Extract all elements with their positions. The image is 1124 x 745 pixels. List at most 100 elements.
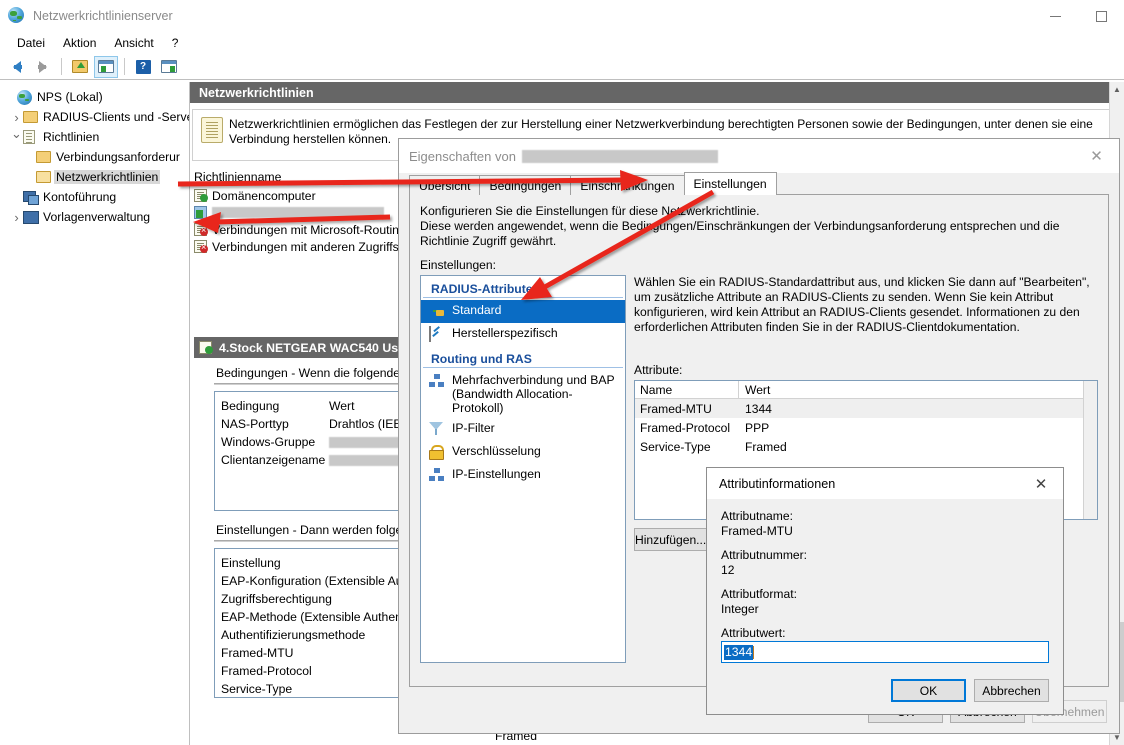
field-label: Attributformat: (721, 587, 1049, 602)
minimize-button[interactable] (1032, 0, 1078, 32)
setting-name: Zugriffsberechtigung (221, 592, 332, 606)
sidebar-item-kontofuehrung[interactable]: Kontoführung (0, 187, 189, 207)
dialog-title: Eigenschaften von (409, 149, 718, 164)
help-icon: ? (136, 60, 151, 74)
dialog-title-prefix: Eigenschaften von (409, 149, 516, 164)
scroll-up-icon[interactable]: ▲ (1110, 82, 1124, 97)
field-value: Integer (721, 602, 1049, 617)
chevron-right-icon[interactable] (10, 210, 23, 225)
sidebar-item-netzwerkrichtlinien[interactable]: Netzwerkrichtlinien (0, 167, 189, 187)
column-header-wert[interactable]: Wert (739, 381, 1097, 398)
action-pane-icon (161, 60, 177, 73)
table-row[interactable]: Service-Type Framed (635, 437, 1097, 456)
sidebar-item-vorlagenverwaltung[interactable]: Vorlagenverwaltung (0, 207, 189, 227)
arrow-left-icon (13, 61, 21, 73)
redacted-policy-name (212, 207, 384, 218)
document-icon (23, 130, 41, 144)
tab-bedingungen[interactable]: Bedingungen (479, 175, 571, 195)
tree-label: NPS (Lokal) (35, 90, 105, 104)
settings-item-mehrfachverbindung[interactable]: Mehrfachverbindung und BAP (Bandwidth Al… (421, 370, 625, 418)
show-hide-tree-button[interactable] (94, 56, 118, 78)
toolbar-separator (61, 58, 62, 75)
settings-item-herstellerspezifisch[interactable]: Herstellerspezifisch (421, 323, 625, 346)
menu-datei[interactable]: Datei (8, 34, 54, 52)
column-header-name[interactable]: Name (635, 381, 739, 398)
column-header-bedingung: Bedingung (221, 399, 329, 413)
attribute-value-label: Attributwert: (721, 626, 1049, 641)
chevron-down-icon[interactable] (10, 129, 23, 145)
panel-description-line1: Konfigurieren Sie die Einstellungen für … (420, 204, 1098, 219)
back-button[interactable] (5, 56, 29, 78)
group-radius-attribute: RADIUS-Attribute (423, 280, 623, 298)
close-icon[interactable]: ✕ (1019, 468, 1063, 499)
add-attribute-button[interactable]: Hinzufügen... (634, 528, 707, 551)
setting-name: EAP-Methode (Extensible Authentical (221, 610, 424, 624)
policy-allow-icon (199, 341, 214, 355)
settings-item-label: IP-Filter (452, 421, 495, 435)
chevron-right-icon[interactable] (10, 110, 23, 125)
window-title: Netzwerkrichtlinienserver (33, 9, 173, 23)
mmc-main-window: Netzwerkrichtlinienserver Datei Aktion A… (0, 0, 1124, 745)
sidebar-item-nps-lokal[interactable]: NPS (Lokal) (0, 87, 189, 107)
close-icon[interactable]: ✕ (1074, 139, 1119, 173)
arrow-right-icon (39, 61, 47, 73)
menu-ansicht[interactable]: Ansicht (105, 34, 162, 52)
settings-item-verschluesselung[interactable]: Verschlüsselung (421, 441, 625, 464)
up-folder-button[interactable] (68, 56, 92, 78)
attribute-value: Framed (739, 440, 1097, 454)
attributes-scrollbar[interactable] (1083, 381, 1097, 519)
title-bar: Netzwerkrichtlinienserver (0, 0, 1124, 32)
attribute-name: Framed-MTU (635, 402, 739, 416)
attribute-cancel-button[interactable]: Abbrechen (974, 679, 1049, 702)
minimize-icon (1050, 16, 1061, 17)
attribute-ok-button[interactable]: OK (891, 679, 966, 702)
table-row[interactable]: Framed-MTU 1344 (635, 399, 1097, 418)
settings-item-label: Verschlüsselung (452, 444, 541, 458)
redacted-policy-title (522, 150, 718, 163)
setting-name: Framed-Protocol (221, 664, 312, 678)
tab-uebersicht[interactable]: Übersicht (409, 175, 480, 195)
condition-name: NAS-Porttyp (221, 417, 329, 431)
help-button[interactable]: ? (131, 56, 155, 78)
menu-aktion[interactable]: Aktion (54, 34, 105, 52)
sidebar-item-radius-clients[interactable]: RADIUS-Clients und -Serve (0, 107, 189, 127)
policy-label: Domänencomputer (212, 189, 316, 203)
toolbar: ? (0, 54, 1124, 80)
settings-item-label: Herstellerspezifisch (452, 326, 558, 340)
show-action-pane-button[interactable] (157, 56, 181, 78)
field-label: Attributname: (721, 509, 1049, 524)
menu-bar: Datei Aktion Ansicht ? (0, 32, 1124, 54)
attribute-value-input[interactable]: 1344 (721, 641, 1049, 663)
settings-item-ip-filter[interactable]: IP-Filter (421, 418, 625, 441)
policy-label: Verbindungen mit Microsoft-Routing- u (212, 223, 420, 237)
attribute-dialog-title-bar: Attributinformationen ✕ (707, 468, 1063, 499)
folder-icon (36, 151, 54, 163)
settings-item-ip-einstellungen[interactable]: IP-Einstellungen (421, 464, 625, 487)
field-value: Framed-MTU (721, 524, 1049, 539)
attribute-name: Framed-Protocol (635, 421, 739, 435)
tree-label: Vorlagenverwaltung (41, 210, 152, 224)
attribute-dialog-body: Attributname: Framed-MTU Attributnummer:… (707, 499, 1063, 663)
field-attributformat: Attributformat: Integer (721, 587, 1049, 617)
tab-strip: Übersicht Bedingungen Einschränkungen Ei… (399, 173, 1119, 195)
tab-einstellungen[interactable]: Einstellungen (684, 172, 777, 195)
settings-item-standard[interactable]: Standard (421, 300, 625, 323)
table-row[interactable]: Framed-Protocol PPP (635, 418, 1097, 437)
settings-item-label: IP-Einstellungen (452, 467, 541, 481)
tab-einschraenkungen[interactable]: Einschränkungen (570, 175, 684, 195)
text-caret (753, 646, 754, 659)
tree-label: Netzwerkrichtlinien (54, 170, 160, 184)
folder-open-icon (36, 171, 54, 183)
maximize-icon (1096, 11, 1107, 22)
sidebar-item-richtlinien[interactable]: Richtlinien (0, 127, 189, 147)
menu-help[interactable]: ? (163, 34, 188, 52)
policy-label: Verbindungen mit anderen Zugriffsser (212, 240, 416, 254)
ip-settings-icon (429, 468, 446, 484)
toolbar-separator-2 (124, 58, 125, 75)
policy-allow-icon (194, 189, 210, 203)
ip-filter-icon (429, 422, 446, 438)
sidebar-item-verbindungsanforderung[interactable]: Verbindungsanforderur (0, 147, 189, 167)
panel-description: Konfigurieren Sie die Einstellungen für … (410, 195, 1108, 249)
forward-button[interactable] (31, 56, 55, 78)
maximize-button[interactable] (1078, 0, 1124, 32)
